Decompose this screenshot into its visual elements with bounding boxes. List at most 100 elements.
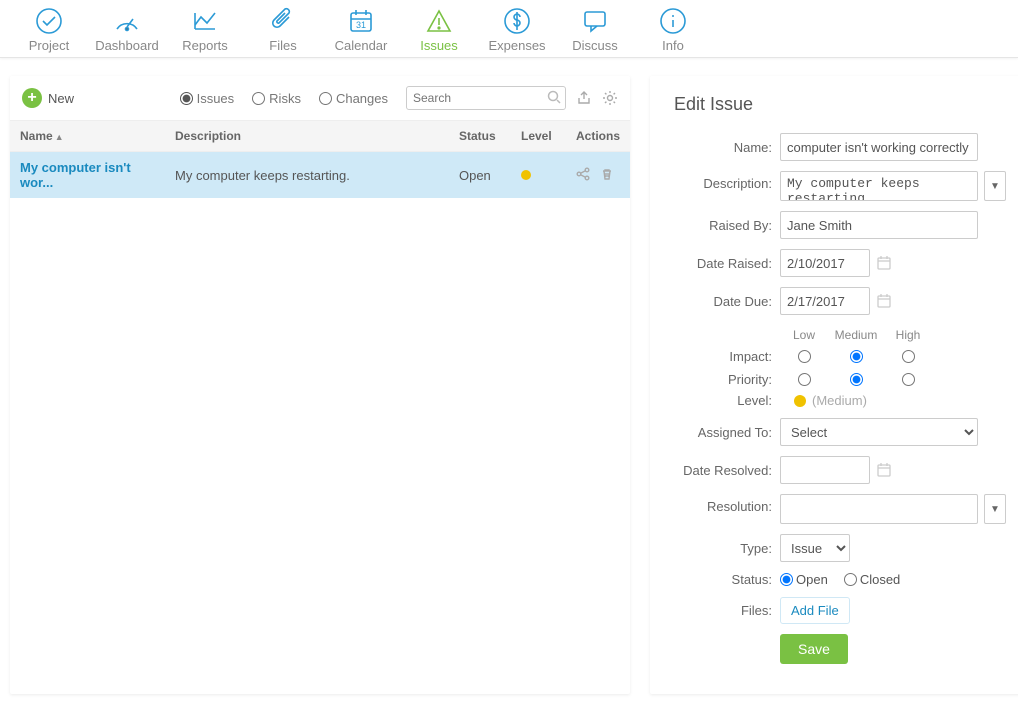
export-icon[interactable] bbox=[576, 90, 592, 106]
expand-description-button[interactable]: ▼ bbox=[984, 171, 1006, 201]
filter-risks[interactable]: Risks bbox=[252, 91, 301, 106]
label-date-due: Date Due: bbox=[674, 294, 780, 309]
assigned-to-select[interactable]: Select bbox=[780, 418, 978, 446]
priority-medium[interactable] bbox=[850, 373, 863, 386]
label-name: Name: bbox=[674, 140, 780, 155]
nav-info[interactable]: Info bbox=[634, 6, 712, 53]
impact-low[interactable] bbox=[798, 350, 811, 363]
nav-label: Calendar bbox=[335, 38, 388, 53]
row-level bbox=[511, 152, 566, 199]
share-icon[interactable] bbox=[576, 167, 590, 181]
chart-line-icon bbox=[190, 6, 220, 36]
status-open[interactable]: Open bbox=[780, 572, 828, 587]
date-raised-input[interactable] bbox=[780, 249, 870, 277]
nav-label: Discuss bbox=[572, 38, 618, 53]
nav-label: Info bbox=[662, 38, 684, 53]
label-resolution: Resolution: bbox=[674, 494, 780, 514]
scale-high-label: High bbox=[884, 325, 932, 345]
level-text: (Medium) bbox=[812, 393, 867, 408]
edit-issue-panel: Edit Issue Name: Description: My compute… bbox=[650, 76, 1018, 694]
label-raised-by: Raised By: bbox=[674, 218, 780, 233]
gauge-icon bbox=[112, 6, 142, 36]
calendar-picker-icon[interactable] bbox=[876, 462, 892, 478]
plus-icon: + bbox=[22, 88, 42, 108]
level-dot-icon bbox=[794, 395, 806, 407]
label-date-resolved: Date Resolved: bbox=[674, 463, 780, 478]
nav-label: Project bbox=[29, 38, 69, 53]
search-input[interactable] bbox=[406, 86, 566, 110]
nav-calendar[interactable]: Calendar bbox=[322, 6, 400, 53]
issues-table: Name▲ Description Status Level Actions M… bbox=[10, 120, 630, 198]
nav-label: Expenses bbox=[488, 38, 545, 53]
priority-high[interactable] bbox=[902, 373, 915, 386]
impact-high[interactable] bbox=[902, 350, 915, 363]
label-description: Description: bbox=[674, 171, 780, 191]
col-actions: Actions bbox=[566, 121, 630, 152]
add-file-button[interactable]: Add File bbox=[780, 597, 850, 624]
raised-by-input[interactable] bbox=[780, 211, 978, 239]
row-status: Open bbox=[449, 152, 511, 199]
nav-files[interactable]: Files bbox=[244, 6, 322, 53]
calendar-icon bbox=[346, 6, 376, 36]
date-due-input[interactable] bbox=[780, 287, 870, 315]
top-nav: Project Dashboard Reports Files Calendar… bbox=[0, 0, 1018, 58]
col-level[interactable]: Level bbox=[511, 121, 566, 152]
nav-project[interactable]: Project bbox=[10, 6, 88, 53]
label-priority: Priority: bbox=[674, 372, 780, 387]
list-toolbar: + New Issues Risks Changes bbox=[10, 76, 630, 120]
row-actions bbox=[566, 152, 630, 199]
sort-asc-icon: ▲ bbox=[55, 132, 64, 142]
new-button[interactable]: + New bbox=[22, 88, 74, 108]
name-input[interactable] bbox=[780, 133, 978, 161]
nav-discuss[interactable]: Discuss bbox=[556, 6, 634, 53]
nav-dashboard[interactable]: Dashboard bbox=[88, 6, 166, 53]
nav-expenses[interactable]: Expenses bbox=[478, 6, 556, 53]
priority-low[interactable] bbox=[798, 373, 811, 386]
search-icon bbox=[547, 90, 561, 107]
nav-label: Issues bbox=[420, 38, 458, 53]
comment-icon bbox=[580, 6, 610, 36]
filter-issues[interactable]: Issues bbox=[180, 91, 235, 106]
col-name[interactable]: Name▲ bbox=[10, 121, 165, 152]
description-input[interactable]: My computer keeps restarting. bbox=[780, 171, 978, 201]
expand-resolution-button[interactable]: ▼ bbox=[984, 494, 1006, 524]
type-select[interactable]: Issue bbox=[780, 534, 850, 562]
paperclip-icon bbox=[268, 6, 298, 36]
nav-label: Dashboard bbox=[95, 38, 159, 53]
date-resolved-input[interactable] bbox=[780, 456, 870, 484]
label-status: Status: bbox=[674, 572, 780, 587]
scale-low-label: Low bbox=[780, 325, 828, 345]
status-closed[interactable]: Closed bbox=[844, 572, 900, 587]
scale-medium-label: Medium bbox=[828, 325, 884, 345]
check-circle-icon bbox=[34, 6, 64, 36]
label-impact: Impact: bbox=[674, 349, 780, 364]
label-files: Files: bbox=[674, 603, 780, 618]
nav-label: Files bbox=[269, 38, 296, 53]
col-status[interactable]: Status bbox=[449, 121, 511, 152]
row-name[interactable]: My computer isn't wor... bbox=[10, 152, 165, 199]
label-assigned-to: Assigned To: bbox=[674, 425, 780, 440]
gear-icon[interactable] bbox=[602, 90, 618, 106]
info-circle-icon bbox=[658, 6, 688, 36]
label-type: Type: bbox=[674, 541, 780, 556]
dollar-circle-icon bbox=[502, 6, 532, 36]
resolution-input[interactable] bbox=[780, 494, 978, 524]
col-description[interactable]: Description bbox=[165, 121, 449, 152]
table-row[interactable]: My computer isn't wor... My computer kee… bbox=[10, 152, 630, 199]
trash-icon[interactable] bbox=[600, 167, 614, 181]
label-level: Level: bbox=[674, 393, 780, 408]
calendar-picker-icon[interactable] bbox=[876, 293, 892, 309]
calendar-picker-icon[interactable] bbox=[876, 255, 892, 271]
nav-reports[interactable]: Reports bbox=[166, 6, 244, 53]
search-box bbox=[406, 86, 566, 110]
nav-issues[interactable]: Issues bbox=[400, 6, 478, 53]
warning-triangle-icon bbox=[424, 6, 454, 36]
row-description: My computer keeps restarting. bbox=[165, 152, 449, 199]
filter-changes[interactable]: Changes bbox=[319, 91, 388, 106]
level-dot-icon bbox=[521, 170, 531, 180]
label-date-raised: Date Raised: bbox=[674, 256, 780, 271]
new-label: New bbox=[48, 91, 74, 106]
save-button[interactable]: Save bbox=[780, 634, 848, 664]
impact-medium[interactable] bbox=[850, 350, 863, 363]
nav-label: Reports bbox=[182, 38, 228, 53]
